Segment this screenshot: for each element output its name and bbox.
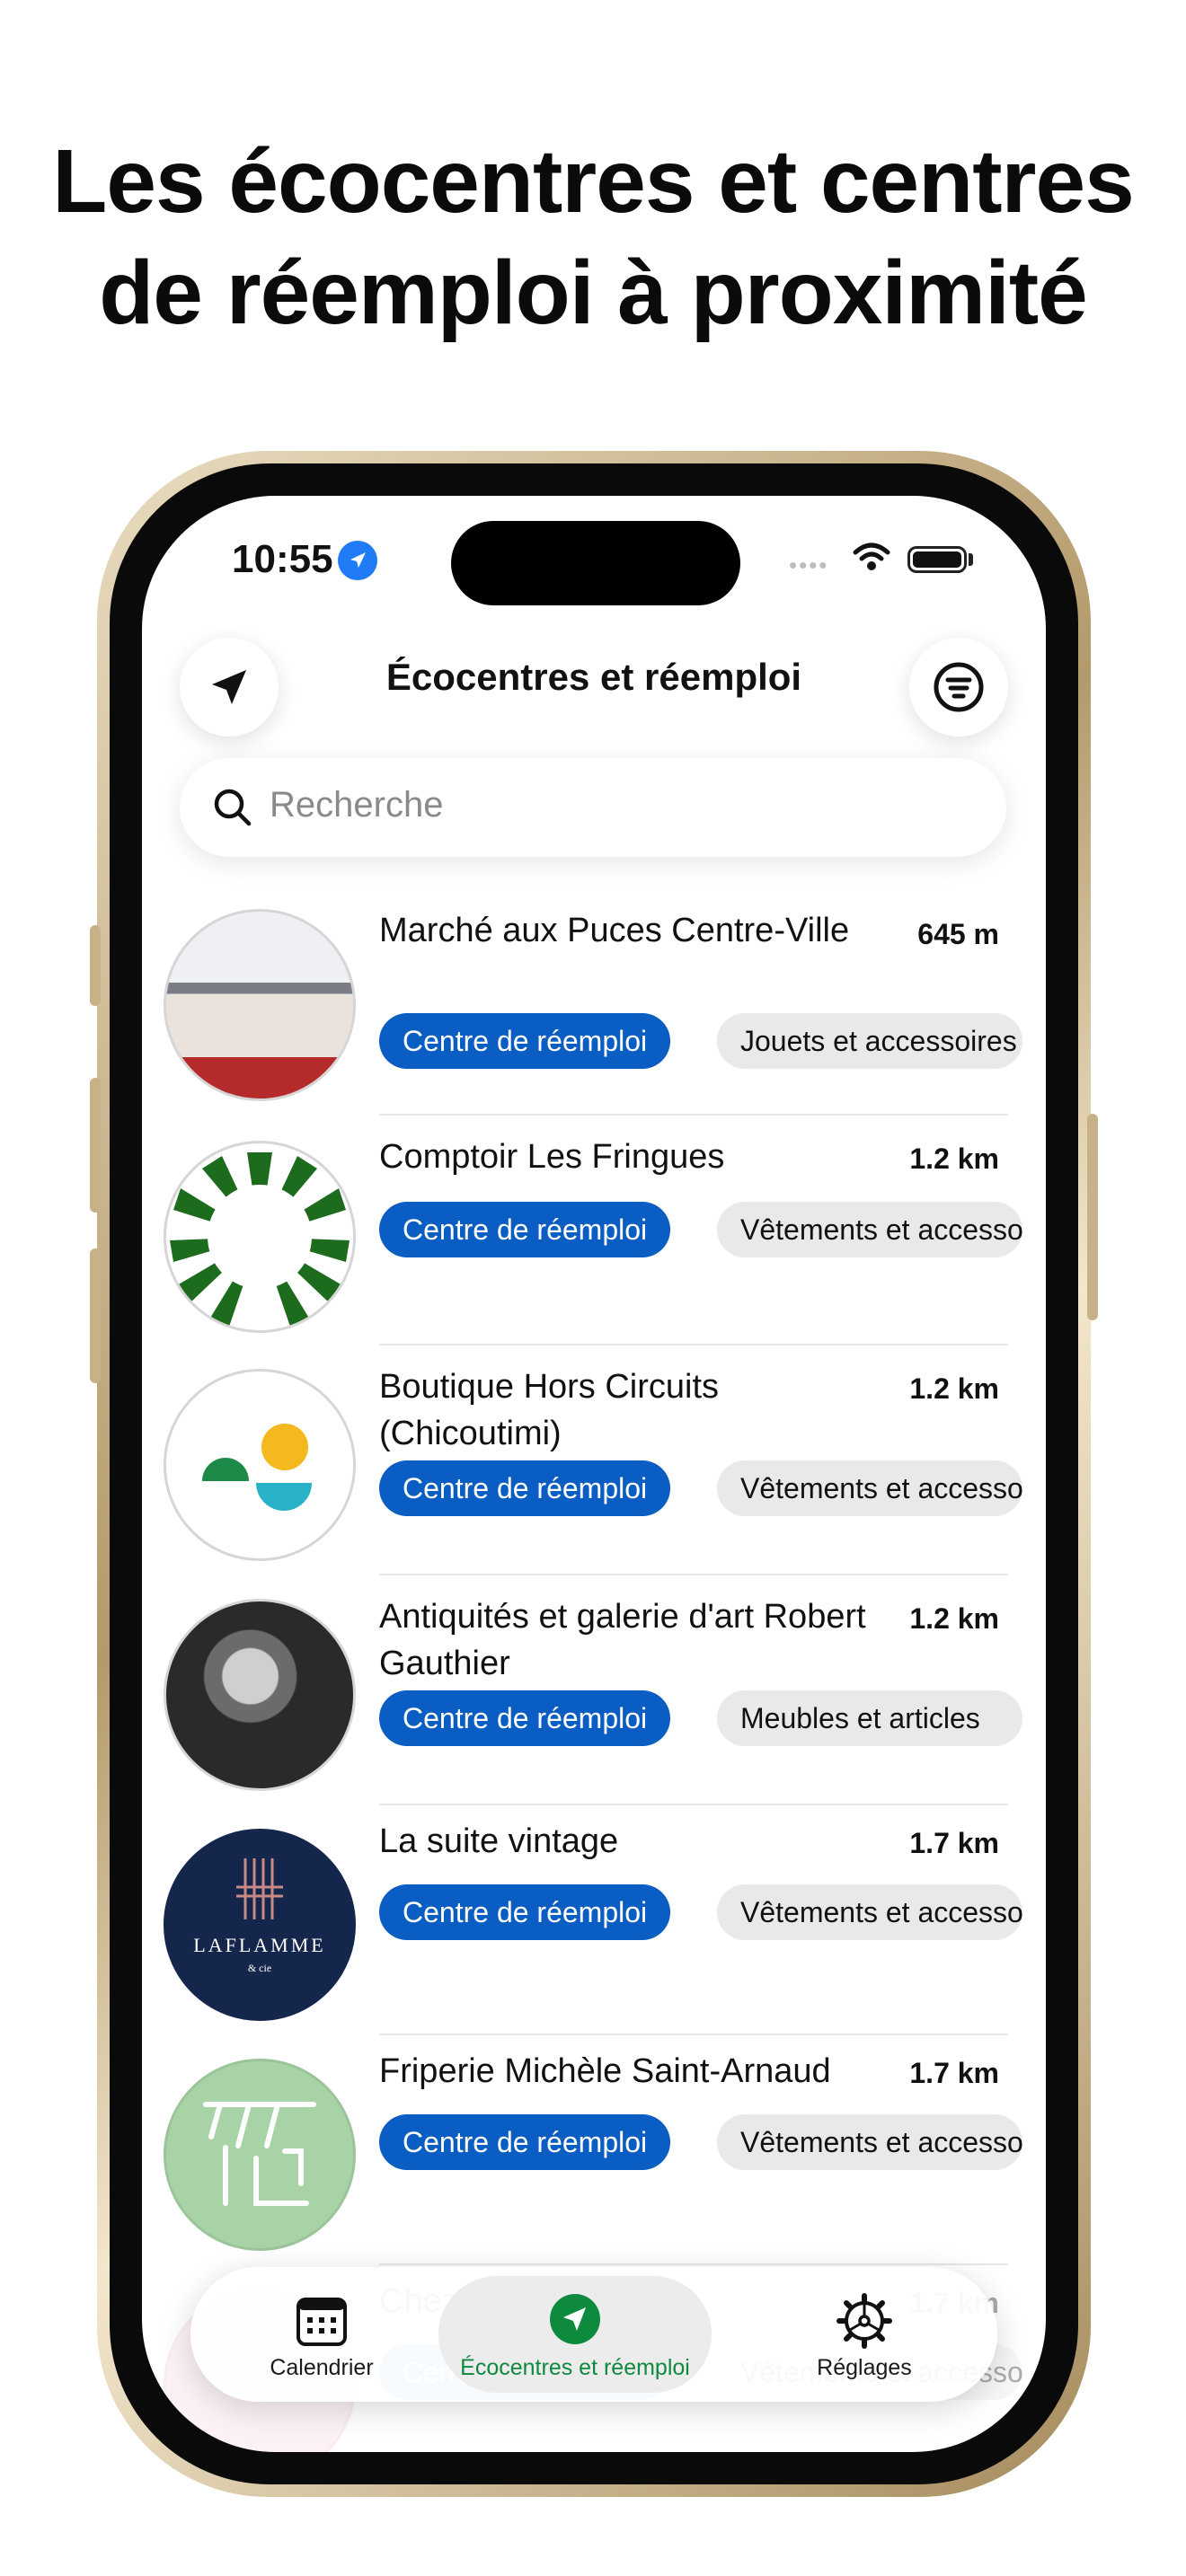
place-name: Marché aux Puces Centre-Ville [379,912,850,949]
gear-icon [836,2293,892,2349]
tab-calendrier[interactable]: Calendrier [190,2267,433,2402]
type-tag[interactable]: Centre de réemploi [379,2114,671,2170]
place-logo [164,1141,356,1333]
tab-label: Calendrier [270,2355,374,2380]
app-screen: 10:55 •••• Écocentres et réemploi Recher… [142,496,1046,2452]
tab-label: Réglages [817,2355,912,2380]
category-tag[interactable]: Vêtements et accessoires [717,1202,1022,1257]
search-icon [214,789,252,826]
headline-line-1: Les écocentres et centres [52,131,1134,232]
wifi-icon [852,541,891,578]
list-item[interactable]: Marché aux Puces Centre-Ville 645 m Cent… [142,900,1024,1116]
row-separator [379,2263,1008,2265]
place-distance: 1.7 km [909,1827,999,1859]
category-tag[interactable]: Vêtements et accessoires [717,1460,1022,1516]
list-item[interactable]: Friperie Michèle Saint-Arnaud 1.7 km Cen… [142,2046,1024,2262]
tab-label: Écocentres et réemploi [460,2355,690,2380]
place-name: Comptoir Les Fringues [379,1138,725,1176]
category-tag[interactable]: Vêtements et accessoires [717,1884,1022,1940]
list-item[interactable]: LAFLAMME & cie La suite vintage 1.7 km C… [142,1816,1024,2032]
dynamic-island [451,521,740,605]
place-logo: LAFLAMME & cie [164,1829,356,2021]
place-distance: 1.2 km [909,1142,999,1175]
category-tag[interactable]: Vêtements et accessoires [717,2114,1022,2170]
place-name: La suite vintage [379,1822,619,1860]
place-distance: 1.2 km [909,1602,999,1635]
list-item[interactable]: Antiquités et galerie d'art Robert Gauth… [142,1586,1024,1811]
tab-bar: Calendrier Écocentres et réemploi Réglag… [190,2267,997,2402]
row-separator [379,2033,1008,2035]
volume-up-button [90,1078,101,1213]
action-button [90,925,101,1006]
calendar-icon [296,2298,347,2346]
place-name: Antiquités et galerie d'art Robert Gauth… [379,1598,866,1682]
type-tag[interactable]: Centre de réemploi [379,1884,671,1940]
row-separator [379,1804,1008,1805]
search-placeholder: Recherche [270,785,444,825]
place-logo [164,1369,356,1561]
category-tag[interactable]: Meubles et articles [717,1690,1022,1746]
place-photo [164,909,356,1101]
battery-tip [969,553,973,566]
type-tag[interactable]: Centre de réemploi [379,1460,671,1516]
status-time: 10:55 [232,537,333,581]
logo-subtext: & cie [248,1962,271,1974]
page-headline: Les écocentres et centres de réemploi à … [0,126,1186,348]
volume-down-button [90,1248,101,1383]
location-icon [550,2294,600,2344]
filter-button[interactable] [909,638,1008,737]
tab-reglages[interactable]: Réglages [748,2267,981,2402]
search-input[interactable]: Recherche [180,758,1006,857]
headline-line-2: de réemploi à proximité [99,243,1088,343]
place-name: Friperie Michèle Saint-Arnaud [379,2052,831,2090]
list-item[interactable]: Comptoir Les Fringues 1.2 km Centre de r… [142,1130,1024,1337]
tab-ecocentres[interactable]: Écocentres et réemploi [438,2267,712,2402]
row-separator [379,1574,1008,1575]
place-name: Boutique Hors Circuits (Chicoutimi) [379,1368,720,1452]
filter-icon [934,662,984,712]
type-tag[interactable]: Centre de réemploi [379,1202,671,1257]
list-item[interactable]: Boutique Hors Circuits (Chicoutimi) 1.2 … [142,1356,1024,1581]
category-tag[interactable]: Jouets et accessoires [717,1013,1022,1069]
place-logo [164,2059,356,2251]
place-photo [164,1599,356,1791]
location-active-icon [338,541,377,580]
type-tag[interactable]: Centre de réemploi [379,1013,671,1069]
row-separator [379,1344,1008,1345]
place-distance: 1.2 km [909,1372,999,1405]
place-distance: 645 m [917,918,999,950]
logo-text: LAFLAMME [193,1934,325,1956]
type-tag[interactable]: Centre de réemploi [379,1690,671,1746]
place-distance: 1.7 km [909,2057,999,2089]
cellular-signal-icon: •••• [789,551,829,578]
battery-icon [907,546,967,573]
row-separator [379,1114,1008,1116]
power-button [1087,1114,1098,1320]
